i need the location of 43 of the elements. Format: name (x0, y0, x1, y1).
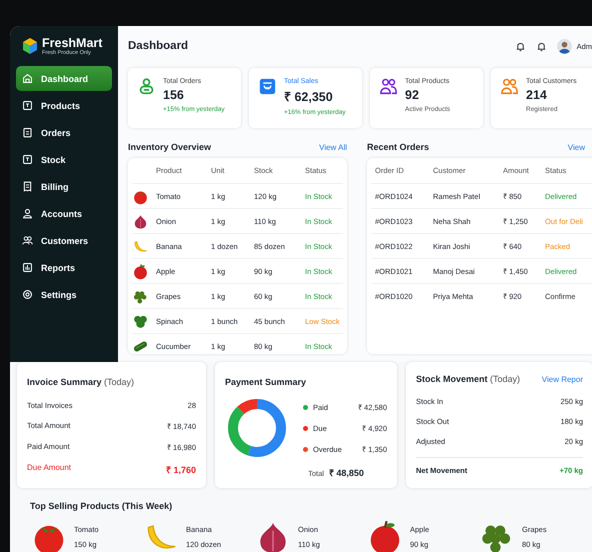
section-title: Top Selling Products (This Week) (30, 501, 172, 511)
stat-value: 92 (405, 88, 420, 102)
total-value: ₹ 48,850 (328, 467, 364, 479)
section-title: Recent Orders (367, 142, 430, 152)
box-icon (22, 154, 33, 165)
stat-value: 214 (526, 88, 548, 102)
row-label: Due Amount (27, 463, 72, 474)
view-link[interactable]: View (568, 142, 585, 152)
sidebar-item[interactable]: Billing (16, 174, 112, 199)
view-report-link[interactable]: View Repor (542, 374, 583, 384)
card-title: Payment Summary (225, 377, 306, 387)
section-title: Inventory Overview (128, 142, 212, 152)
row-value: ₹ 1,760 (166, 464, 196, 476)
receipt-icon (22, 181, 33, 192)
gear-icon (22, 289, 33, 300)
sidebar-item[interactable]: Settings (16, 282, 112, 307)
donut-drawing (225, 396, 289, 460)
card-title: Invoice Summary (Today) (27, 377, 134, 387)
sidebar-item[interactable]: Reports (16, 255, 112, 280)
sidebar-item[interactable]: Orders (16, 120, 112, 145)
bell-icon[interactable] (514, 40, 526, 52)
sidebar-item[interactable]: Stock (16, 147, 112, 172)
onion-icon (132, 212, 149, 230)
person-icon (22, 208, 33, 219)
bell-icon[interactable] (536, 40, 547, 52)
page-title: Dashboard (128, 40, 190, 52)
sidebar-item[interactable]: Customers (16, 228, 112, 253)
card-title: Stock Movement (Today) (416, 374, 520, 384)
avatar-icon[interactable] (556, 38, 572, 54)
brand-name: FreshMart (42, 36, 102, 50)
sidebar-item[interactable]: Products (16, 93, 112, 118)
cube-icon (22, 37, 38, 55)
sidebar-item[interactable]: Dashboard (16, 66, 112, 91)
stat-value: ₹ 62,350 (284, 89, 334, 105)
box-icon (22, 100, 33, 111)
home-icon (22, 73, 33, 84)
apple-icon (132, 262, 149, 280)
view-all-link[interactable]: View All (319, 142, 347, 152)
stat-value: 156 (163, 88, 185, 102)
sidebar-item[interactable]: Accounts (16, 201, 112, 226)
chart-icon (22, 262, 33, 273)
clipboard-icon (22, 127, 33, 138)
people-icon (22, 235, 33, 246)
